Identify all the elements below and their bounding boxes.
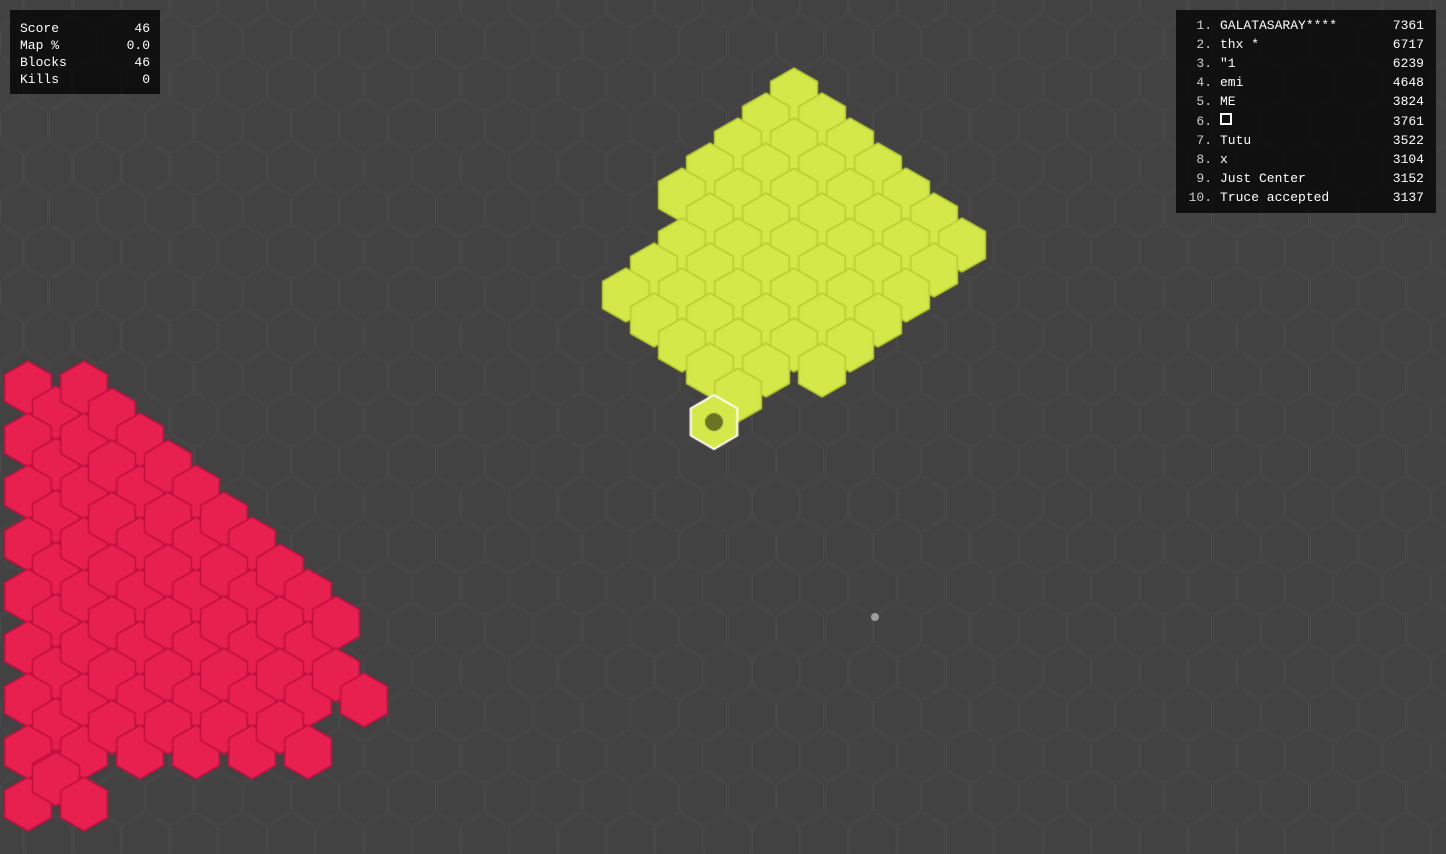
lb-score-value: 6239 [1379, 56, 1424, 71]
stat-value: 0 [87, 71, 150, 88]
lb-score-value: 4648 [1379, 75, 1424, 90]
lb-name-cell: ME [1216, 94, 1375, 109]
lb-rank-number: 5. [1188, 94, 1212, 109]
lb-player-name: GALATASARAY**** [1220, 18, 1337, 33]
leaderboard-row: 9. Just Center 3152 [1188, 169, 1424, 188]
leaderboard-row: 2. thx * 6717 [1188, 35, 1424, 54]
lb-score-value: 3824 [1379, 94, 1424, 109]
lb-name-cell: thx * [1216, 37, 1375, 52]
lb-score-value: 3152 [1379, 171, 1424, 186]
leaderboard-row: 4. emi 4648 [1188, 73, 1424, 92]
leaderboard-row: 7. Tutu 3522 [1188, 131, 1424, 150]
stats-panel: Score46Map %0.0Blocks46Kills0 [10, 10, 160, 94]
stat-label: Blocks [20, 54, 87, 71]
square-icon [1220, 113, 1232, 125]
stat-row: Score46 [20, 20, 150, 37]
lb-player-name: ME [1220, 94, 1236, 109]
lb-name-cell: GALATASARAY**** [1216, 18, 1375, 33]
lb-name-cell: x [1216, 152, 1375, 167]
stat-value: 0.0 [87, 37, 150, 54]
lb-player-name: Just Center [1220, 171, 1306, 186]
lb-rank-number: 6. [1188, 114, 1212, 129]
lb-rank-number: 4. [1188, 75, 1212, 90]
lb-rank-number: 1. [1188, 18, 1212, 33]
lb-rank-number: 8. [1188, 152, 1212, 167]
lb-player-name: Truce accepted [1220, 190, 1329, 205]
lb-score-value: 3137 [1379, 190, 1424, 205]
leaderboard-panel: 1. GALATASARAY**** 7361 2. thx * 6717 3.… [1176, 10, 1436, 213]
stat-label: Kills [20, 71, 87, 88]
lb-name-cell: "1 [1216, 56, 1375, 71]
lb-score-value: 3761 [1379, 114, 1424, 129]
lb-player-name: x [1220, 152, 1228, 167]
stat-label: Map % [20, 37, 87, 54]
leaderboard-row: 1. GALATASARAY**** 7361 [1188, 16, 1424, 35]
leaderboard-row: 5. ME 3824 [1188, 92, 1424, 111]
lb-player-name: "1 [1220, 56, 1236, 71]
lb-name-cell [1216, 113, 1375, 129]
lb-player-name: thx * [1220, 37, 1259, 52]
lb-name-cell: Tutu [1216, 133, 1375, 148]
lb-score-value: 3104 [1379, 152, 1424, 167]
lb-rank-number: 7. [1188, 133, 1212, 148]
lb-rank-number: 2. [1188, 37, 1212, 52]
lb-player-name: Tutu [1220, 133, 1251, 148]
leaderboard-row: 6. 3761 [1188, 111, 1424, 131]
lb-score-value: 6717 [1379, 37, 1424, 52]
lb-score-value: 3522 [1379, 133, 1424, 148]
stat-row: Kills0 [20, 71, 150, 88]
stat-value: 46 [87, 54, 150, 71]
leaderboard-row: 10. Truce accepted 3137 [1188, 188, 1424, 207]
lb-player-name: emi [1220, 75, 1243, 90]
leaderboard-row: 3. "1 6239 [1188, 54, 1424, 73]
lb-name-cell: Just Center [1216, 171, 1375, 186]
stat-row: Blocks46 [20, 54, 150, 71]
stats-table: Score46Map %0.0Blocks46Kills0 [20, 20, 150, 88]
leaderboard-row: 8. x 3104 [1188, 150, 1424, 169]
lb-rank-number: 10. [1188, 190, 1212, 205]
stat-row: Map %0.0 [20, 37, 150, 54]
stat-label: Score [20, 20, 87, 37]
lb-rank-number: 9. [1188, 171, 1212, 186]
lb-name-cell: emi [1216, 75, 1375, 90]
lb-rank-number: 3. [1188, 56, 1212, 71]
lb-name-cell: Truce accepted [1216, 190, 1375, 205]
lb-score-value: 7361 [1379, 18, 1424, 33]
stat-value: 46 [87, 20, 150, 37]
